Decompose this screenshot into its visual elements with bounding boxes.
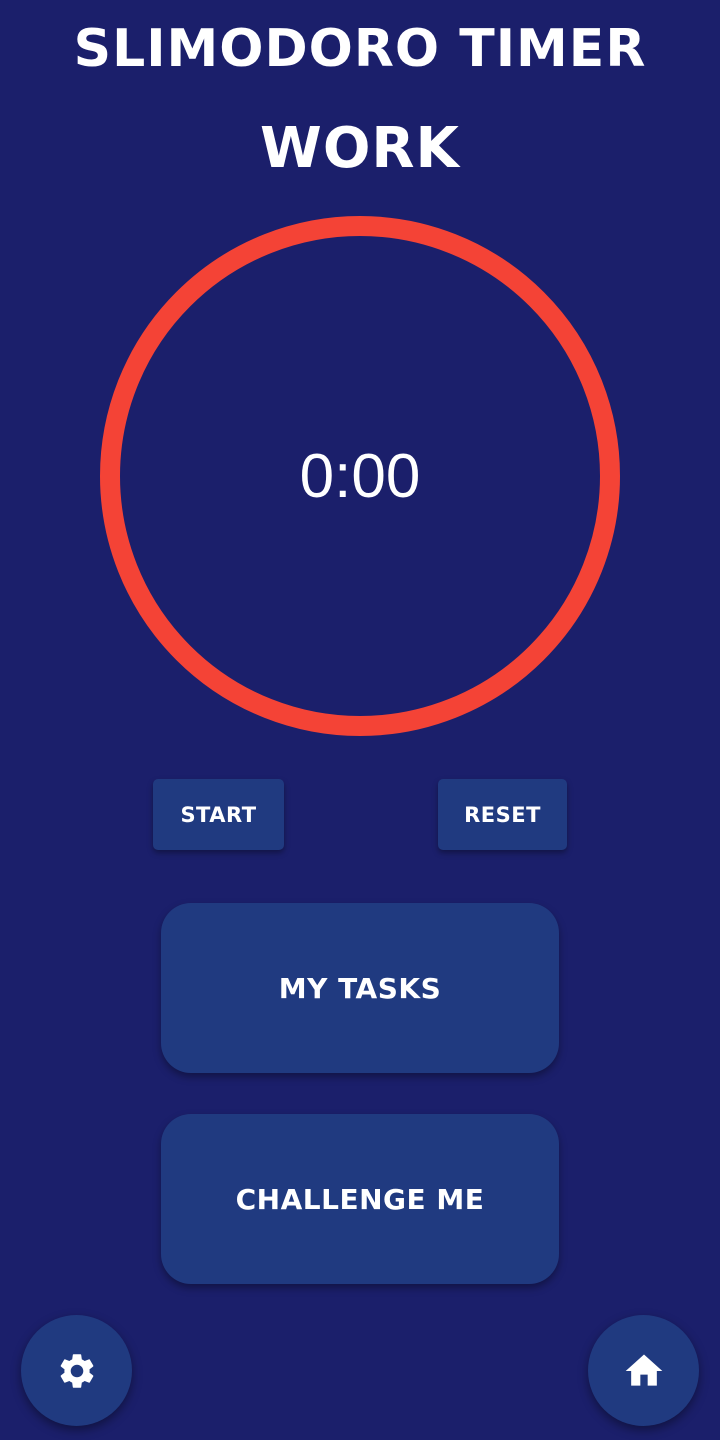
home-button[interactable] (588, 1315, 699, 1426)
reset-button[interactable]: RESET (438, 779, 567, 850)
timer-display: 0:00 (299, 441, 421, 511)
settings-button[interactable] (21, 1315, 132, 1426)
home-icon (622, 1349, 666, 1393)
challenge-me-button[interactable]: CHALLENGE ME (161, 1114, 559, 1284)
app-title: SLIMODORO TIMER (73, 19, 647, 79)
start-button[interactable]: START (153, 779, 284, 850)
mode-label: WORK (260, 116, 460, 181)
timer-ring: 0:00 (100, 216, 620, 736)
my-tasks-button[interactable]: MY TASKS (161, 903, 559, 1073)
gear-icon (56, 1350, 98, 1392)
